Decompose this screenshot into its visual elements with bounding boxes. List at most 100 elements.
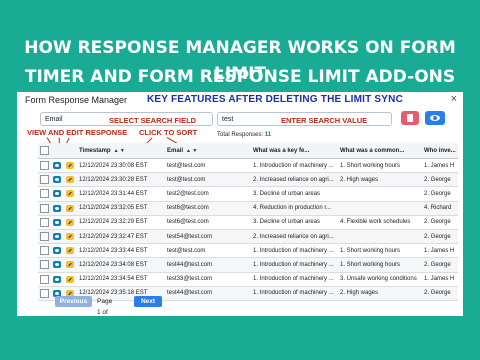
banner-title-line-2: TIMER AND FORM RESPONSE LIMIT ADD-ONS <box>24 67 456 87</box>
row-view-cell[interactable] <box>51 229 64 245</box>
cell-question-3: 4. Richard <box>422 201 458 216</box>
cell-question-2: 4. Flexible work schedules <box>338 215 422 230</box>
row-checkbox-cell[interactable] <box>38 158 51 174</box>
delete-button[interactable] <box>401 111 419 125</box>
table-row[interactable]: 12/12/2024 23:30:08 EST test@test.com 1. I… <box>38 158 458 174</box>
row-edit-cell[interactable] <box>64 201 77 216</box>
row-edit-cell[interactable] <box>64 257 77 273</box>
table-row[interactable]: 12/12/2024 23:34:54 EST test33@test.com 1.… <box>38 272 458 287</box>
cell-timestamp: 12/12/2024 23:34:08 EST <box>77 257 165 273</box>
previous-button[interactable]: Previous <box>55 296 92 307</box>
edit-response-icon[interactable] <box>66 261 74 269</box>
video-banner: HOW RESPONSE MANAGER WORKS ON FORM LIMIT… <box>0 0 480 92</box>
cell-email: test6@test.com <box>165 201 251 216</box>
row-checkbox[interactable] <box>40 274 49 284</box>
row-checkbox-cell[interactable] <box>38 186 51 202</box>
row-checkbox[interactable] <box>40 288 49 298</box>
table-row[interactable]: 12/12/2024 23:34:08 EST test44@test.com 1.… <box>38 257 458 273</box>
next-button[interactable]: Next <box>134 296 162 307</box>
row-checkbox[interactable] <box>40 161 49 171</box>
view-response-icon[interactable] <box>53 275 61 283</box>
row-checkbox-cell[interactable] <box>38 243 51 259</box>
table-row[interactable]: 12/12/2024 23:32:47 EST test54@test.com 2.… <box>38 229 458 245</box>
row-edit-cell[interactable] <box>64 272 77 287</box>
row-edit-cell[interactable] <box>64 172 77 188</box>
row-checkbox[interactable] <box>40 217 49 227</box>
row-edit-cell[interactable] <box>64 229 77 245</box>
row-checkbox[interactable] <box>40 260 49 270</box>
edit-response-icon[interactable] <box>66 218 74 226</box>
close-icon[interactable]: × <box>451 93 457 105</box>
view-response-icon[interactable] <box>53 261 61 269</box>
header-question-2[interactable]: What was a common... <box>338 143 422 159</box>
row-checkbox[interactable] <box>40 203 49 213</box>
row-view-cell[interactable] <box>51 243 64 259</box>
view-response-icon[interactable] <box>53 247 61 255</box>
row-checkbox[interactable] <box>40 246 49 256</box>
table-header-row: Timestamp ▲ ▼ Email ▲ ▼ What was a key fe.… <box>38 143 458 159</box>
view-response-icon[interactable] <box>53 190 61 198</box>
annotation-enter-search-value: ENTER SEARCH VALUE <box>281 116 368 125</box>
select-all-checkbox[interactable] <box>40 146 49 155</box>
edit-response-icon[interactable] <box>66 176 74 184</box>
row-checkbox-cell[interactable] <box>38 201 51 216</box>
row-checkbox-cell[interactable] <box>38 257 51 273</box>
cell-question-2 <box>338 201 422 216</box>
view-button[interactable] <box>425 111 445 125</box>
cell-question-1: 1. Introduction of machinery ... <box>251 158 338 174</box>
header-question-3[interactable]: Who inve... <box>422 143 458 159</box>
cell-question-1: 4. Reduction in production r... <box>251 201 338 216</box>
row-checkbox-cell[interactable] <box>38 229 51 245</box>
header-email[interactable]: Email ▲ ▼ <box>165 143 251 159</box>
edit-response-icon[interactable] <box>66 204 74 212</box>
view-response-icon[interactable] <box>53 218 61 226</box>
edit-response-icon[interactable] <box>66 247 74 255</box>
table-row[interactable]: 12/12/2024 23:33:44 EST test@test.com 1. I… <box>38 243 458 259</box>
cell-email: test6@test.com <box>165 215 251 230</box>
row-edit-cell[interactable] <box>64 243 77 259</box>
header-question-1[interactable]: What was a key fe... <box>251 143 338 159</box>
row-view-cell[interactable] <box>51 186 64 202</box>
row-view-cell[interactable] <box>51 158 64 174</box>
view-response-icon[interactable] <box>53 232 61 240</box>
edit-response-icon[interactable] <box>66 275 74 283</box>
cell-email: test54@test.com <box>165 229 251 245</box>
row-edit-cell[interactable] <box>64 158 77 174</box>
row-view-cell[interactable] <box>51 257 64 273</box>
view-response-icon[interactable] <box>53 176 61 184</box>
row-view-cell[interactable] <box>51 201 64 216</box>
timestamp-sort-icon[interactable]: ▲ ▼ <box>114 148 125 154</box>
table-row[interactable]: 12/12/2024 23:30:28 EST test@test.com 2. I… <box>38 172 458 188</box>
row-checkbox-cell[interactable] <box>38 215 51 230</box>
email-header-label: Email <box>167 147 184 154</box>
table-row[interactable]: 12/12/2024 23:31:44 EST test2@test.com 3. … <box>38 186 458 202</box>
header-edit <box>64 143 77 159</box>
cell-question-2: 3. Unsafe working conditions <box>338 272 422 287</box>
email-sort-icon[interactable]: ▲ ▼ <box>186 148 197 154</box>
header-select-all[interactable] <box>38 143 51 159</box>
row-checkbox[interactable] <box>40 232 49 242</box>
edit-response-icon[interactable] <box>66 232 74 240</box>
row-checkbox[interactable] <box>40 175 49 185</box>
header-view <box>51 143 64 159</box>
cell-email: test2@test.com <box>165 186 251 202</box>
view-response-icon[interactable] <box>53 204 61 212</box>
table-row[interactable]: 12/12/2024 23:32:05 EST test6@test.com 4. … <box>38 201 458 216</box>
edit-response-icon[interactable] <box>66 190 74 198</box>
row-view-cell[interactable] <box>51 215 64 230</box>
row-view-cell[interactable] <box>51 272 64 287</box>
cell-timestamp: 12/12/2024 23:33:44 EST <box>77 243 165 259</box>
table-row[interactable]: 12/12/2024 23:32:29 EST test6@test.com 3. … <box>38 215 458 230</box>
cell-question-1: 1. Introduction of machinery ... <box>251 243 338 259</box>
view-response-icon[interactable] <box>53 162 61 170</box>
row-checkbox-cell[interactable] <box>38 272 51 287</box>
edit-response-icon[interactable] <box>66 162 74 170</box>
row-edit-cell[interactable] <box>64 186 77 202</box>
row-view-cell[interactable] <box>51 172 64 188</box>
row-checkbox-cell[interactable] <box>38 286 51 301</box>
row-checkbox-cell[interactable] <box>38 172 51 188</box>
row-edit-cell[interactable] <box>64 215 77 230</box>
header-timestamp[interactable]: Timestamp ▲ ▼ <box>77 143 165 159</box>
row-checkbox[interactable] <box>40 189 49 199</box>
key-features-headline: KEY FEATURES AFTER DELETING THE LIMIT SY… <box>147 94 404 105</box>
